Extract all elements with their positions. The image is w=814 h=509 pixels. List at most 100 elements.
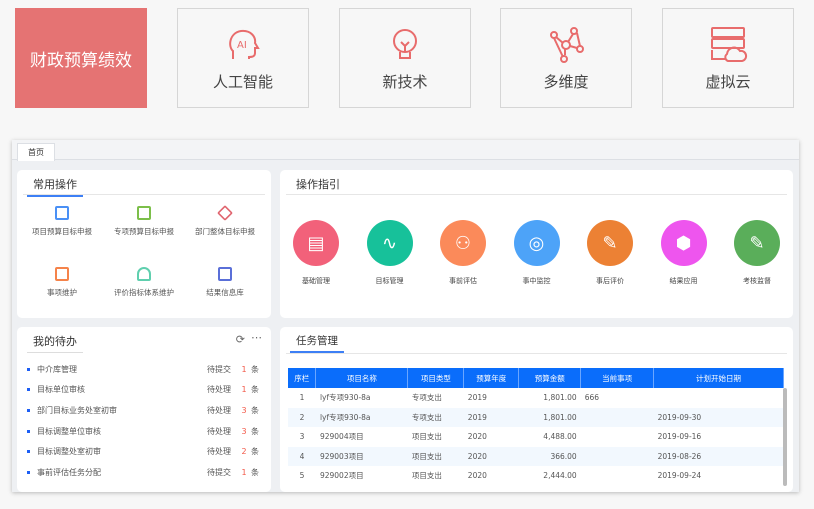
op-item-maintenance[interactable]: 事项维护 xyxy=(22,267,102,298)
card-title: 任务管理 xyxy=(290,333,344,353)
guide-item[interactable]: ∿ 目标管理 xyxy=(360,220,420,286)
table-cell: 3 xyxy=(299,432,305,442)
table-cell: 2020 xyxy=(463,446,519,466)
column-header[interactable]: 项目类型 xyxy=(407,368,465,388)
guide-icon: ⬢ xyxy=(660,220,707,266)
guide-label: 事前评估 xyxy=(449,277,477,285)
guide-item[interactable]: ▤ 基础管理 xyxy=(286,220,346,286)
op-indicator-maintenance[interactable]: 评价指标体系维护 xyxy=(104,267,184,298)
tile-label: 多维度 xyxy=(543,72,589,91)
table-cell: 1,801.00 xyxy=(543,393,577,403)
table-cell: 2019-09-24 xyxy=(657,471,702,481)
column-header[interactable]: 项目名称 xyxy=(315,368,409,388)
tile-virtual-cloud[interactable]: 虚拟云 xyxy=(662,8,794,108)
todo-item[interactable]: 目标单位审核 待处理 1 条 xyxy=(27,383,261,397)
table-cell: 专项支出 xyxy=(411,393,442,403)
table-cell: 929004项目 xyxy=(319,432,364,442)
lightbulb-icon xyxy=(393,28,417,59)
bullet-icon xyxy=(27,429,30,433)
card-title: 我的待办 xyxy=(27,333,83,353)
pencil-doc-icon xyxy=(55,267,69,281)
table-cell: 2 xyxy=(288,407,316,427)
bullet-icon xyxy=(27,388,30,392)
table-cell: 1,801.00 xyxy=(518,407,581,427)
dashboard-window: 首页 常用操作 项目预算目标申报 专项预算目标申报 部门整体目标申报 事项维护 … xyxy=(12,140,799,492)
table-cell: 2019-09-16 xyxy=(657,432,702,442)
edit-icon xyxy=(55,206,69,220)
guide-icon: ◎ xyxy=(513,220,560,266)
tile-label: 新技术 xyxy=(382,72,428,91)
table-cell: 2020 xyxy=(467,471,487,481)
guide-label: 考核监督 xyxy=(743,277,771,285)
tile-ai[interactable]: AI 人工智能 xyxy=(177,8,309,108)
table-row[interactable]: 5 929002项目 项目支出 2020 2,444.00 2019-09-24 xyxy=(288,466,784,486)
guide-icon: ∿ xyxy=(366,220,413,266)
table-cell: 项目支出 xyxy=(411,471,442,481)
stamp-icon xyxy=(137,267,151,281)
guide-item[interactable]: ✎ 考核监督 xyxy=(727,220,787,286)
network-icon xyxy=(550,26,584,63)
more-icon[interactable]: ⋯ xyxy=(251,331,262,344)
table-cell: 929002项目 xyxy=(319,471,364,481)
table-row[interactable]: 4 929003项目 项目支出 2020 366.00 2019-08-26 xyxy=(288,446,784,466)
tile-budget-performance[interactable]: 财政预算绩效 xyxy=(15,8,147,108)
table-cell: lyf专项930-8a xyxy=(319,393,371,403)
table-cell: 2020 xyxy=(467,432,487,442)
guide-item[interactable]: ⚇ 事前评估 xyxy=(433,220,493,286)
tab-home[interactable]: 首页 xyxy=(17,143,55,161)
table-row[interactable]: 1 lyf专项930-8a 专项支出 2019 1,801.00 666 xyxy=(288,388,784,408)
todo-item[interactable]: 目标调整单位审核 待处理 3 条 xyxy=(27,424,261,438)
my-todo-card: 我的待办 ⟳ ⋯ 中介库管理 待提交 1 条目标单位审核 待处理 1 条部门目标业务处室初审… xyxy=(17,327,271,492)
table-cell xyxy=(581,466,654,486)
table-row[interactable]: 3 929004项目 项目支出 2020 4,488.00 2019-09-16 xyxy=(288,427,784,447)
table-cell: 366.00 xyxy=(518,446,581,466)
table-cell: 2019-08-26 xyxy=(653,446,784,466)
tile-label: 人工智能 xyxy=(212,72,273,91)
table-cell xyxy=(581,427,654,447)
column-header[interactable]: 预算年度 xyxy=(463,368,520,388)
column-header[interactable]: 当前事项 xyxy=(580,368,655,388)
table-cell xyxy=(580,446,654,466)
op-special-budget[interactable]: 专项预算目标申报 xyxy=(104,206,184,237)
guide-item[interactable]: ✎ 事后评价 xyxy=(580,220,640,286)
todo-item[interactable]: 目标调整处室初审 待处理 2 条 xyxy=(27,445,261,459)
column-header[interactable]: 计划开始日期 xyxy=(653,368,784,388)
guide-icon: ✎ xyxy=(587,220,633,266)
task-table: 序栏 项目名称 项目类型 预算年度 预算金额 当前事项 计划开始日期 1 lyf专项930-8a… xyxy=(288,368,784,486)
tile-new-tech[interactable]: 新技术 xyxy=(339,8,471,108)
tab-bar: 首页 xyxy=(12,140,799,161)
bullet-icon xyxy=(27,367,30,371)
tile-multidimension[interactable]: 多维度 xyxy=(500,8,632,108)
table-cell xyxy=(580,407,654,427)
table-cell: 666 xyxy=(584,393,600,403)
table-row[interactable]: 2 lyf专项930-8a 专项支出 2019 1,801.00 2019-09-30 xyxy=(288,407,784,427)
op-result-library[interactable]: 结果信息库 xyxy=(185,267,265,298)
tile-label: 虚拟云 xyxy=(705,72,751,91)
tile-label: 财政预算绩效 xyxy=(30,50,132,71)
column-header[interactable]: 预算金额 xyxy=(518,368,582,388)
table-cell: lyf专项930-8a xyxy=(315,407,408,427)
guide-item[interactable]: ◎ 事中监控 xyxy=(507,220,567,286)
table-cell: 专项支出 xyxy=(407,407,464,427)
guide-label: 基础管理 xyxy=(302,277,330,285)
todo-item[interactable]: 事前评估任务分配 待提交 1 条 xyxy=(27,466,261,480)
op-project-budget[interactable]: 项目预算目标申报 xyxy=(22,206,102,237)
todo-item[interactable]: 部门目标业务处室初审 待处理 3 条 xyxy=(27,403,261,417)
column-header[interactable]: 序栏 xyxy=(288,368,317,388)
table-scrollbar[interactable] xyxy=(783,388,787,486)
table-cell: 2,444.00 xyxy=(543,471,577,481)
table-cell: 5 xyxy=(299,471,305,481)
table-cell: 4 xyxy=(288,446,316,466)
guide-label: 目标管理 xyxy=(375,277,404,285)
bullet-icon xyxy=(27,471,30,474)
bullet-icon xyxy=(27,450,30,454)
todo-item[interactable]: 中介库管理 待提交 1 条 xyxy=(27,362,261,376)
refresh-icon[interactable]: ⟳ xyxy=(236,333,245,346)
guide-item[interactable]: ⬢ 结果应用 xyxy=(654,220,714,286)
table-cell: 929003项目 xyxy=(315,446,408,466)
op-department-target[interactable]: 部门整体目标申报 xyxy=(185,205,265,237)
card-title: 操作指引 xyxy=(296,178,340,191)
task-management-card: 任务管理 序栏 项目名称 项目类型 预算年度 预算金额 当前事项 计划开始日期 1 lyf专项9… xyxy=(280,327,793,492)
operation-guide-card: 操作指引 ▤ 基础管理 ∿ 目标管理 ⚇ 事前评估 ◎ 事中监控 ✎ 事后评价 ⬢ 结果应用 ✎ 考核监督 xyxy=(280,170,793,318)
table-cell: 项目支出 xyxy=(411,432,442,442)
